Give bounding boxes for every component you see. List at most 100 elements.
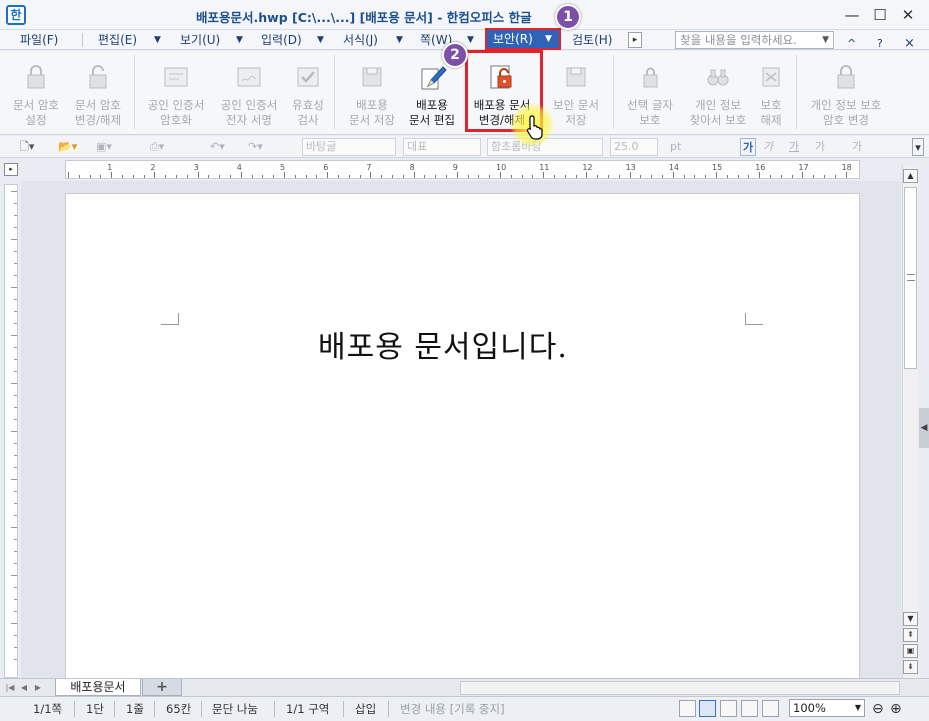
ruler-tick (14, 419, 17, 420)
search-dropdown-icon[interactable]: ▼ (822, 32, 829, 48)
view-outline-icon[interactable] (720, 700, 737, 717)
validity-check-button[interactable]: 유효성 검사 (286, 56, 330, 132)
save-doc-icon[interactable]: ▣▾ (96, 138, 112, 156)
ruler-tick (726, 175, 728, 178)
menu-insert[interactable]: 입력(D) (261, 30, 302, 50)
menu-edit[interactable]: 편집(E) (98, 30, 137, 50)
menu-insert-dropdown-icon[interactable]: ▼ (317, 31, 324, 49)
ruler-tick (413, 172, 415, 178)
vertical-scrollbar[interactable]: ▲ ▼ ⇞ ▣ ⇟ (902, 165, 918, 678)
zoom-select[interactable]: 100% ▼ (789, 699, 865, 717)
menu-view[interactable]: 보기(U) (180, 30, 220, 50)
ruler-tick-label: 5 (280, 163, 286, 172)
tab-first-icon[interactable]: |◀ (4, 681, 16, 695)
text-lock-icon (643, 67, 658, 88)
title-bar: 한 배포용문서.hwp [C:\...\...] [배포용 문서] - 한컴오피… (0, 0, 929, 30)
underline-icon[interactable]: 가 (789, 138, 799, 156)
horizontal-ruler[interactable]: 1 2 3 4 5 6 7 8 9 10 11 12 13 14 15 16 17 18 (65, 160, 860, 179)
protect-selected-text-button[interactable]: 선택 글자 보호 (618, 56, 682, 132)
view-grid-icon[interactable] (762, 700, 779, 717)
ruler-tick (14, 455, 17, 456)
search-input[interactable]: 찾을 내용을 입력하세요. ▼ (675, 31, 834, 49)
status-insert-mode[interactable]: 삽입 (355, 701, 376, 717)
scroll-thumb[interactable] (904, 187, 917, 369)
ruler-tick (165, 175, 167, 178)
view-web-icon[interactable] (741, 700, 758, 717)
ruler-tick (705, 175, 707, 178)
ruler-tick (446, 175, 447, 178)
italic-icon[interactable]: 가 (763, 138, 773, 156)
language-select[interactable]: 대표 (403, 138, 481, 156)
menu-more-icon[interactable]: ▸ (628, 32, 642, 48)
change-doc-password-button[interactable]: 문서 암호 변경/해제 (68, 56, 128, 132)
menu-edit-dropdown-icon[interactable]: ▼ (154, 31, 161, 49)
tab-prev-icon[interactable]: ◀ (18, 681, 30, 695)
cert-sign-button[interactable]: 공인 인증서 전자 서명 (212, 56, 286, 132)
ruler-tick (132, 175, 134, 178)
add-tab-button[interactable]: + (142, 679, 182, 696)
style-select[interactable]: 바탕글 (302, 138, 396, 156)
toolbar-more-icon[interactable]: ▾ (912, 138, 924, 156)
open-folder-icon[interactable]: 📂▾ (58, 138, 77, 156)
ruler-tick (316, 175, 318, 178)
zoom-out-icon[interactable]: ⊖ (872, 701, 884, 717)
status-page[interactable]: 1/1쪽 (33, 701, 62, 717)
ruler-tick-label: 2 (150, 163, 156, 172)
ruler-tick (629, 172, 631, 178)
menu-review[interactable]: 검토(H) (572, 30, 612, 50)
redo-icon[interactable]: ↷▾ (248, 138, 263, 156)
status-track-changes[interactable]: 변경 내용 [기록 중지] (400, 701, 505, 717)
set-doc-password-button[interactable]: 문서 암호 설정 (6, 56, 66, 132)
ruler-tick-label: 1 (107, 163, 113, 172)
scroll-down-icon[interactable]: ▼ (903, 612, 918, 626)
font-size-unit[interactable]: pt (670, 138, 681, 156)
page-up-icon[interactable]: ⇞ (903, 628, 918, 642)
menu-view-dropdown-icon[interactable]: ▼ (236, 31, 243, 49)
document-tab-row: |◀ ◀ ▶ 배포용문서 + (0, 678, 929, 696)
menu-security-dropdown-icon[interactable]: ▼ (545, 30, 552, 48)
remove-protection-button[interactable]: 보호 해제 (752, 56, 790, 132)
maximize-icon[interactable]: ☐ (869, 4, 891, 26)
new-doc-icon[interactable]: 🗋▾ (20, 138, 34, 156)
scroll-up-icon[interactable]: ▲ (903, 169, 918, 183)
page-view-icon[interactable]: ▣ (903, 644, 918, 658)
zoom-in-icon[interactable]: ⊕ (890, 701, 902, 717)
personal-info-password-button[interactable]: 개인 정보 보호 암호 변경 (802, 56, 890, 132)
horizontal-scrollbar[interactable] (460, 681, 900, 695)
font-size-input[interactable]: 25.0 (610, 138, 658, 156)
page-down-icon[interactable]: ⇟ (903, 660, 918, 674)
strikethrough-icon[interactable]: 가 (815, 138, 825, 156)
menu-security[interactable]: 보안(R) ▼ (485, 28, 561, 50)
ruler-tick (683, 175, 685, 178)
document-page[interactable] (65, 193, 860, 683)
ruler-tick (284, 172, 285, 178)
menu-format[interactable]: 서식(J) (343, 30, 378, 50)
print-icon[interactable]: ⎙▾ (150, 138, 164, 156)
menu-page-dropdown-icon[interactable]: ▼ (467, 31, 474, 49)
cert-encrypt-button[interactable]: 공인 인증서 암호화 (140, 56, 212, 132)
tab-next-icon[interactable]: ▶ (32, 681, 44, 695)
tab-distribution-doc[interactable]: 배포용문서 (55, 679, 141, 696)
ruler-tick (824, 175, 825, 178)
side-panel-toggle-icon[interactable]: ◀ (919, 408, 929, 448)
menu-file[interactable]: 파일(F) (20, 30, 58, 50)
view-page-icon[interactable] (699, 700, 716, 717)
ruler-tick (435, 175, 437, 178)
view-normal-icon[interactable] (679, 700, 696, 717)
document-body-text[interactable]: 배포용 문서입니다. (318, 322, 568, 366)
menu-format-dropdown-icon[interactable]: ▼ (396, 31, 403, 49)
hangul-icon[interactable]: 한 (6, 5, 26, 25)
vertical-ruler[interactable] (4, 184, 18, 678)
close-icon[interactable]: ✕ (897, 4, 919, 26)
save-distribution-doc-button[interactable]: 배포용 문서 저장 (340, 56, 404, 132)
find-protect-personal-info-button[interactable]: 개인 정보 찾아서 보호 (684, 56, 752, 132)
status-line: 1줄 (126, 702, 144, 716)
undo-icon[interactable]: ↶▾ (210, 138, 225, 156)
ruler-tick (11, 239, 17, 240)
minimize-icon[interactable]: — (841, 4, 863, 26)
ruler-tick (327, 172, 329, 178)
font-color-icon[interactable]: 가 (852, 138, 862, 156)
bold-icon[interactable]: 가 (740, 138, 757, 156)
zoom-dropdown-icon[interactable]: ▼ (855, 700, 861, 716)
ruler-toggle-icon[interactable]: ▸ (4, 163, 18, 176)
